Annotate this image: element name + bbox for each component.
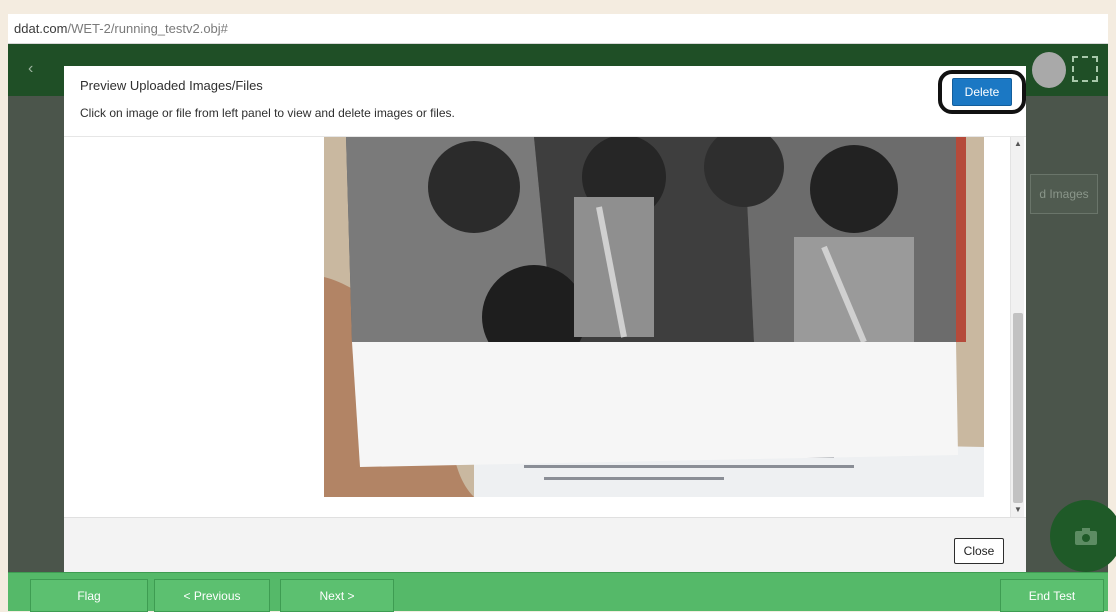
avatar[interactable] <box>1032 52 1066 88</box>
test-navigation-bar: Flag < Previous Next > End Test <box>8 572 1108 612</box>
upload-images-button[interactable]: d Images <box>1030 174 1098 214</box>
scroll-up-arrow-icon[interactable]: ▲ <box>1011 137 1025 151</box>
uploaded-photo-image <box>324 137 1010 517</box>
image-preview-pane <box>324 137 1010 517</box>
end-test-button[interactable]: End Test <box>1000 579 1104 612</box>
flag-button[interactable]: Flag <box>30 579 148 612</box>
preview-scrollbar[interactable]: ▲ ▼ <box>1010 137 1024 517</box>
dialog-instructions: Click on image or file from left panel t… <box>80 106 455 120</box>
uploaded-files-list[interactable] <box>64 137 324 517</box>
preview-uploaded-files-dialog: Preview Uploaded Images/Files Click on i… <box>64 66 1026 572</box>
camera-icon <box>1075 528 1097 545</box>
url-host: ddat.com <box>14 21 68 36</box>
fullscreen-icon[interactable] <box>1072 56 1098 82</box>
address-bar[interactable]: ddat.com /WET-2/running_testv2.obj# <box>8 14 1108 44</box>
camera-button[interactable] <box>1050 500 1116 572</box>
screen: ddat.com /WET-2/running_testv2.obj# ‹ d … <box>0 0 1116 612</box>
dialog-title: Preview Uploaded Images/Files <box>80 78 263 93</box>
close-button[interactable]: Close <box>954 538 1004 564</box>
scroll-thumb[interactable] <box>1013 313 1023 503</box>
url-path: /WET-2/running_testv2.obj# <box>67 21 228 36</box>
next-button[interactable]: Next > <box>280 579 394 612</box>
scroll-down-arrow-icon[interactable]: ▼ <box>1011 503 1025 517</box>
delete-button[interactable]: Delete <box>952 78 1012 106</box>
previous-button[interactable]: < Previous <box>154 579 270 612</box>
dialog-footer: Close <box>64 517 1026 572</box>
back-chevron-icon[interactable]: ‹ <box>28 60 33 78</box>
